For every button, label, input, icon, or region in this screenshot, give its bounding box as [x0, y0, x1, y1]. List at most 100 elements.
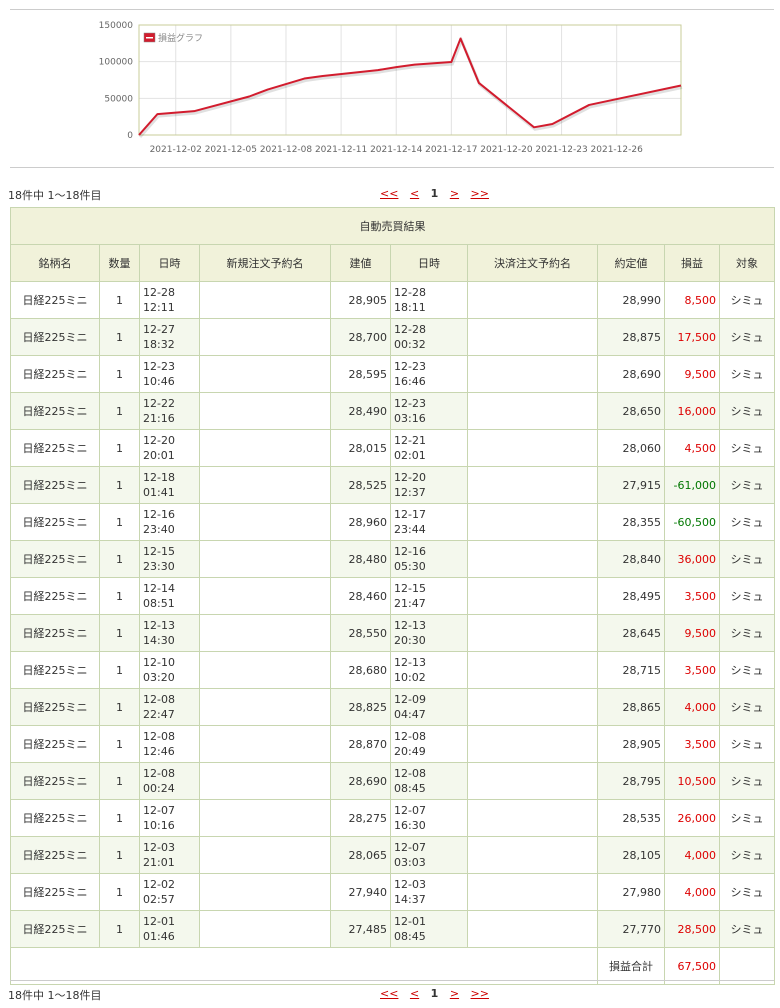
- exit-price-cell: 27,770: [597, 910, 665, 948]
- pager-prev-link[interactable]: <: [410, 187, 419, 200]
- exit-price-cell: 28,535: [597, 799, 665, 837]
- symbol-cell: 日経225ミニ: [10, 355, 100, 393]
- exit-price-cell: 28,840: [597, 540, 665, 578]
- profit-loss-cell: 3,500: [664, 651, 720, 689]
- open-datetime-cell: 12-08 00:24: [139, 762, 200, 800]
- entry-price-cell: 28,550: [330, 614, 391, 652]
- entry-price-cell: 28,690: [330, 762, 391, 800]
- symbol-cell: 日経225ミニ: [10, 762, 100, 800]
- open-datetime-cell: 12-28 12:11: [139, 281, 200, 319]
- exit-price-cell: 28,990: [597, 281, 665, 319]
- target-cell: シミュ: [718, 281, 776, 319]
- exit-price-cell: 28,105: [597, 836, 665, 874]
- pager-first-link[interactable]: <<: [380, 187, 398, 200]
- target-cell: シミュ: [718, 503, 776, 541]
- entry-price-cell: 28,870: [330, 725, 391, 763]
- legend-label: 損益グラフ: [158, 32, 203, 44]
- profit-chart: 0500001000001500002021-12-02 2021-12-05 20…: [99, 21, 683, 155]
- quantity-cell: 1: [99, 503, 140, 541]
- close-datetime-cell: 12-08 08:45: [390, 762, 468, 800]
- exit-order-name-cell: [467, 725, 598, 763]
- entry-order-name-cell: [199, 355, 331, 393]
- exit-order-name-cell: [467, 873, 598, 911]
- pager-last-link[interactable]: >>: [471, 987, 489, 1000]
- entry-order-name-cell: [199, 318, 331, 356]
- entry-order-name-cell: [199, 540, 331, 578]
- pager-last-link[interactable]: >>: [471, 187, 489, 200]
- profit-loss-cell: -60,500: [664, 503, 720, 541]
- exit-price-cell: 28,795: [597, 762, 665, 800]
- entry-order-name-cell: [199, 503, 331, 541]
- entry-order-name-cell: [199, 836, 331, 874]
- target-cell: シミュ: [718, 836, 776, 874]
- close-datetime-cell: 12-20 12:37: [390, 466, 468, 504]
- pager-prev-link[interactable]: <: [410, 987, 419, 1000]
- symbol-cell: 日経225ミニ: [10, 392, 100, 430]
- open-datetime-cell: 12-14 08:51: [139, 577, 200, 615]
- entry-order-name-cell: [199, 873, 331, 911]
- y-tick-label: 150000: [99, 21, 134, 31]
- chart-divider: [10, 167, 774, 168]
- y-tick-label: 0: [127, 131, 133, 141]
- column-header: 銘柄名: [10, 244, 100, 282]
- close-datetime-cell: 12-15 21:47: [390, 577, 468, 615]
- exit-order-name-cell: [467, 762, 598, 800]
- entry-order-name-cell: [199, 466, 331, 504]
- profit-loss-cell: 4,000: [664, 873, 720, 911]
- quantity-cell: 1: [99, 614, 140, 652]
- entry-order-name-cell: [199, 688, 331, 726]
- pager-next-link[interactable]: >: [450, 987, 459, 1000]
- pager-first-link[interactable]: <<: [380, 987, 398, 1000]
- total-spacer: [10, 947, 598, 985]
- close-datetime-cell: 12-01 08:45: [390, 910, 468, 948]
- symbol-cell: 日経225ミニ: [10, 577, 100, 615]
- profit-loss-cell: -61,000: [664, 466, 720, 504]
- table-row: 日経225ミニ 1 12-02 02:57 27,940 12-03 14:37 27,980…: [10, 873, 776, 911]
- table-row: 日経225ミニ 1 12-28 12:11 28,905 12-28 18:11 28,990…: [10, 281, 776, 319]
- entry-order-name-cell: [199, 725, 331, 763]
- entry-price-cell: 28,015: [330, 429, 391, 467]
- close-datetime-cell: 12-28 18:11: [390, 281, 468, 319]
- x-tick-label: 2021-12-08: [260, 145, 313, 155]
- profit-loss-cell: 4,500: [664, 429, 720, 467]
- close-datetime-cell: 12-23 03:16: [390, 392, 468, 430]
- close-datetime-cell: 12-17 23:44: [390, 503, 468, 541]
- quantity-cell: 1: [99, 762, 140, 800]
- profit-loss-cell: 26,000: [664, 799, 720, 837]
- symbol-cell: 日経225ミニ: [10, 318, 100, 356]
- open-datetime-cell: 12-10 03:20: [139, 651, 200, 689]
- quantity-cell: 1: [99, 577, 140, 615]
- open-datetime-cell: 12-22 21:16: [139, 392, 200, 430]
- table-row: 日経225ミニ 1 12-22 21:16 28,490 12-23 03:16 28,650…: [10, 392, 776, 430]
- table-row: 日経225ミニ 1 12-08 12:46 28,870 12-08 20:49 28,905…: [10, 725, 776, 763]
- target-cell: シミュ: [718, 318, 776, 356]
- pager-current-page: 1: [430, 187, 439, 200]
- entry-order-name-cell: [199, 577, 331, 615]
- symbol-cell: 日経225ミニ: [10, 281, 100, 319]
- table-row: 日経225ミニ 1 12-27 18:32 28,700 12-28 00:32 28,875…: [10, 318, 776, 356]
- exit-order-name-cell: [467, 318, 598, 356]
- symbol-cell: 日経225ミニ: [10, 651, 100, 689]
- entry-price-cell: 28,825: [330, 688, 391, 726]
- y-tick-label: 100000: [99, 58, 134, 68]
- close-datetime-cell: 12-23 16:46: [390, 355, 468, 393]
- exit-order-name-cell: [467, 466, 598, 504]
- entry-order-name-cell: [199, 392, 331, 430]
- column-header: 約定値: [597, 244, 665, 282]
- entry-order-name-cell: [199, 762, 331, 800]
- open-datetime-cell: 12-16 23:40: [139, 503, 200, 541]
- quantity-cell: 1: [99, 688, 140, 726]
- profit-loss-cell: 4,000: [664, 688, 720, 726]
- x-tick-label: 2021-12-14: [370, 145, 423, 155]
- target-cell: シミュ: [718, 392, 776, 430]
- symbol-cell: 日経225ミニ: [10, 466, 100, 504]
- quantity-cell: 1: [99, 318, 140, 356]
- quantity-cell: 1: [99, 429, 140, 467]
- entry-order-name-cell: [199, 910, 331, 948]
- entry-price-cell: 28,460: [330, 577, 391, 615]
- exit-order-name-cell: [467, 355, 598, 393]
- exit-order-name-cell: [467, 836, 598, 874]
- table-row: 日経225ミニ 1 12-14 08:51 28,460 12-15 21:47 28,495…: [10, 577, 776, 615]
- pager-next-link[interactable]: >: [450, 187, 459, 200]
- entry-order-name-cell: [199, 429, 331, 467]
